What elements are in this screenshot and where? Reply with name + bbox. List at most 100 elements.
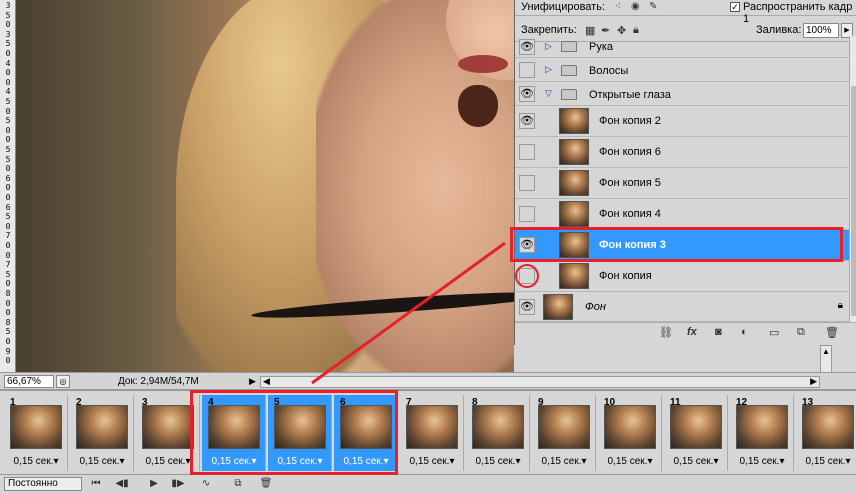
ruler-digit: 3 [5, 29, 11, 39]
animation-frame[interactable]: 9 0,15 сек.▾ [532, 395, 596, 471]
animation-frame[interactable]: 10 0,15 сек.▾ [598, 395, 662, 471]
layer-row-hair[interactable]: ▷ Волосы [515, 58, 849, 82]
collapse-triangle-icon[interactable]: ▽ [545, 88, 552, 99]
link-layers-icon[interactable]: ⛓ [659, 326, 673, 339]
loop-option-select[interactable]: Постоянно [4, 477, 82, 491]
next-frame-icon[interactable]: ▮▶ [168, 477, 188, 491]
frame-duration[interactable]: 0,15 сек.▾ [664, 456, 728, 467]
frame-duration[interactable]: 0,15 сек.▾ [466, 456, 530, 467]
ruler-digit: 0 [5, 135, 11, 145]
ruler-digit: 7 [5, 231, 11, 241]
expand-triangle-icon[interactable]: ▷ [545, 64, 552, 75]
fill-label: Заливка: [756, 24, 802, 36]
ruler-digit: 4 [5, 58, 11, 68]
layers-scrollbar[interactable] [849, 36, 856, 322]
ruler-digit: 4 [5, 87, 11, 97]
layer-name: Фон копия [599, 270, 652, 282]
layers-list: 👁︎ ▷ Рука ▷ Волосы 👁︎ ▽ Открытые глаза 👁… [515, 36, 849, 322]
ruler-digit: 5 [5, 145, 11, 154]
animation-frame[interactable]: 7 0,15 сек.▾ [400, 395, 464, 471]
ruler-digit: 5 [5, 212, 11, 222]
layer-row-background[interactable]: 👁︎ Фон 🔒︎ [515, 292, 849, 322]
tween-icon[interactable]: ∿ [196, 477, 216, 491]
layer-row-copy-6[interactable]: Фон копия 6 [515, 137, 849, 168]
ruler-digit: 0 [5, 298, 11, 308]
frame-thumbnail [736, 405, 788, 449]
layers-footer: ⛓ fx ◙ ◐ ▭ ⧉ 🗑︎ [515, 322, 856, 344]
fx-icon[interactable]: fx [687, 326, 697, 338]
ruler-digit: 0 [5, 164, 11, 174]
layer-row-copy-4[interactable]: Фон копия 4 [515, 199, 849, 230]
layer-row-hand[interactable]: 👁︎ ▷ Рука [515, 36, 849, 58]
folder-icon [561, 41, 577, 52]
unify-visibility-icon[interactable]: ◉ [631, 1, 640, 12]
document-info: Док: 2,94M/54,7M [118, 376, 199, 387]
visibility-eye-icon[interactable]: 👁︎ [519, 113, 535, 129]
layer-thumbnail [559, 170, 589, 196]
prev-frame-icon[interactable]: ◀▮ [112, 477, 132, 491]
new-layer-icon[interactable]: ⧉ [797, 326, 805, 339]
animation-frame[interactable]: 12 0,15 сек.▾ [730, 395, 794, 471]
frame-duration[interactable]: 0,15 сек.▾ [70, 456, 134, 467]
zoom-field[interactable]: 66,67% [4, 375, 54, 388]
new-group-icon[interactable]: ▭ [769, 326, 779, 339]
horizontal-scrollbar[interactable]: ◀ ▶ [260, 376, 820, 388]
unify-style-icon[interactable]: ✎ [649, 1, 657, 12]
frame-duration[interactable]: 0,15 сек.▾ [532, 456, 596, 467]
adjustment-layer-icon[interactable]: ◐ [741, 326, 748, 338]
frame-thumbnail [406, 405, 458, 449]
ruler-digit: 0 [5, 337, 11, 346]
ruler-digit: 0 [5, 193, 11, 202]
first-frame-icon[interactable]: ⏮ [86, 477, 106, 491]
delete-frame-icon[interactable]: 🗑︎ [256, 477, 276, 491]
visibility-empty-icon[interactable] [519, 206, 535, 222]
animation-timeline: 1 0,15 сек.▾ 2 0,15 сек.▾ 3 0,15 сек.▾ 4 0,15 с… [0, 390, 856, 474]
frame-thumbnail [538, 405, 590, 449]
frame-thumbnail [142, 405, 194, 449]
layers-scrollbar-thumb[interactable] [851, 86, 856, 316]
frame-duration[interactable]: 0,15 сек.▾ [400, 456, 464, 467]
visibility-eye-icon[interactable]: 👁︎ [519, 39, 535, 55]
unify-position-icon[interactable]: ⁖ [615, 1, 621, 12]
add-mask-icon[interactable]: ◙ [715, 326, 722, 338]
visibility-eye-icon[interactable]: 👁︎ [519, 299, 535, 315]
ruler-digit: 0 [5, 221, 11, 231]
layer-row-copy[interactable]: Фон копия [515, 261, 849, 292]
frame-duration[interactable]: 0,15 сек.▾ [796, 456, 856, 467]
duplicate-frame-icon[interactable]: ⧉ [228, 477, 248, 491]
layer-row-copy-5[interactable]: Фон копия 5 [515, 168, 849, 199]
frame-thumbnail [604, 405, 656, 449]
document-canvas[interactable] [16, 0, 514, 372]
frame-duration[interactable]: 0,15 сек.▾ [598, 456, 662, 467]
animation-frame[interactable]: 13 0,15 сек.▾ [796, 395, 856, 471]
scroll-left-icon[interactable]: ◀ [263, 376, 270, 387]
scroll-right-icon[interactable]: ▶ [810, 376, 817, 387]
expand-triangle-icon[interactable]: ▷ [545, 41, 552, 52]
status-menu-arrow-icon[interactable]: ▶ [249, 376, 256, 387]
frame-thumbnail [802, 405, 854, 449]
vertical-ruler: 35035040045050055060065070075080085090 [0, 0, 16, 372]
highlight-selected-layer [510, 227, 843, 262]
trash-icon[interactable]: 🗑︎ [825, 326, 839, 339]
layer-row-open-eyes[interactable]: 👁︎ ▽ Открытые глаза [515, 82, 849, 106]
ruler-digit: 0 [5, 68, 11, 78]
animation-frame[interactable]: 1 0,15 сек.▾ [4, 395, 68, 471]
animation-frame[interactable]: 8 0,15 сек.▾ [466, 395, 530, 471]
propagate-frame-checkbox[interactable]: ✓ [730, 2, 740, 12]
frame-duration[interactable]: 0,15 сек.▾ [730, 456, 794, 467]
zoom-menu-icon[interactable]: ◎ [56, 375, 70, 388]
ruler-digit: 8 [5, 289, 11, 298]
layer-name: Фон копия 5 [599, 177, 661, 189]
layer-row-copy-2[interactable]: 👁︎ Фон копия 2 [515, 106, 849, 137]
frame-thumbnail [472, 405, 524, 449]
visibility-eye-icon[interactable]: 👁︎ [519, 86, 535, 102]
play-icon[interactable]: ▶ [144, 477, 164, 491]
animation-frame[interactable]: 11 0,15 сек.▾ [664, 395, 728, 471]
visibility-empty-icon[interactable] [519, 175, 535, 191]
animation-frame[interactable]: 2 0,15 сек.▾ [70, 395, 134, 471]
frame-duration[interactable]: 0,15 сек.▾ [4, 456, 68, 467]
scroll-up-icon[interactable]: ▲ [822, 347, 830, 356]
visibility-empty-icon[interactable] [519, 144, 535, 160]
layers-panel: Унифицировать: ⁖ ◉ ✎ ✓ Распространить ка… [514, 0, 856, 345]
visibility-empty-icon[interactable] [519, 62, 535, 78]
